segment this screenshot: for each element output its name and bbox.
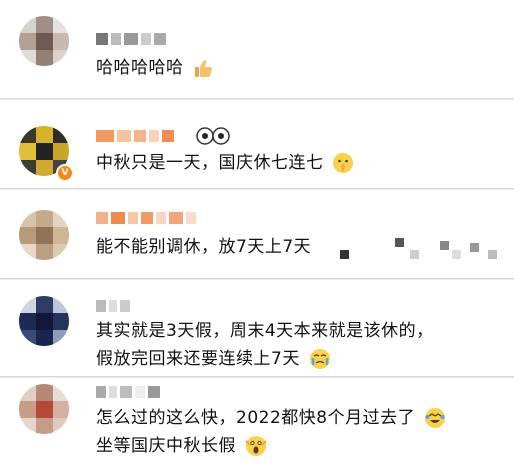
comment-card[interactable]: 能不能别调休，放7天上7天 [0,190,514,279]
avatar[interactable] [19,296,69,346]
comment-text: 中秋只是一天，国庆休七连七 [96,149,354,177]
comment-card[interactable]: 其实就是3天假，周末4天本来就是该休的， 假放完回来还要连续上7天 [0,280,514,377]
comment-text: 怎么过的这么快，2022都快8个月过去了 坐等国庆中秋长假 [96,404,446,460]
comment-text: 哈哈哈哈哈 [96,54,214,82]
laughing-crying-icon [425,408,445,428]
avatar[interactable] [19,384,69,434]
username-redacted [96,130,177,142]
sticker-face-icon [196,127,230,145]
comment-card[interactable]: 怎么过的这么快，2022都快8个月过去了 坐等国庆中秋长假 [0,378,514,473]
comment-feed: 哈哈哈哈哈 V 中秋只是一天，国庆休七连七 能不能别调休，放7天上7天 其实就是… [0,0,514,473]
thumbs-up-icon [195,60,213,77]
username-redacted [96,33,169,45]
avatar[interactable] [19,210,69,260]
avatar[interactable] [19,16,69,66]
screaming-face-icon [245,436,267,456]
shush-face-icon [333,153,354,173]
comment-text: 能不能别调休，放7天上7天 [96,237,312,257]
redacted-mosaic [340,238,500,268]
username-redacted [96,212,199,224]
verified-badge-icon: V [56,164,74,182]
username-redacted [96,300,133,312]
crying-face-icon [309,349,330,369]
comment-card[interactable]: 哈哈哈哈哈 [0,0,514,99]
comment-card[interactable]: V 中秋只是一天，国庆休七连七 [0,100,514,189]
comment-text: 其实就是3天假，周末4天本来就是该休的， 假放完回来还要连续上7天 [96,321,434,369]
username-redacted [96,386,163,398]
